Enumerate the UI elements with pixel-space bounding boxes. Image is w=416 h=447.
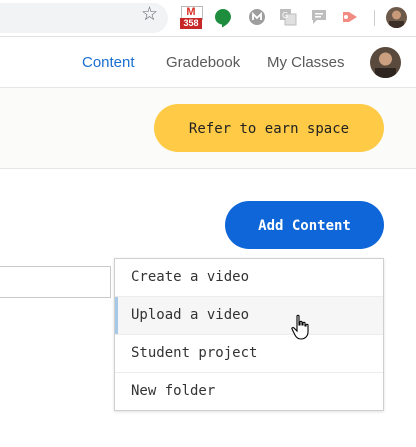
gmail-letter: M bbox=[186, 6, 196, 18]
refer-button[interactable]: Refer to earn space bbox=[154, 104, 384, 152]
nav-my-classes[interactable]: My Classes bbox=[267, 54, 345, 71]
user-avatar[interactable] bbox=[370, 47, 401, 78]
app-nav: Content Gradebook My Classes bbox=[0, 37, 416, 88]
promo-banner: Refer to earn space bbox=[0, 88, 416, 169]
grey-extension[interactable] bbox=[248, 8, 266, 26]
comment-extension[interactable] bbox=[310, 8, 328, 26]
gmail-extension[interactable]: M 358 bbox=[180, 6, 203, 30]
hangouts-icon bbox=[215, 9, 231, 28]
hand-cursor-icon bbox=[291, 314, 309, 340]
red-play-icon bbox=[343, 12, 357, 22]
add-content-menu: Create a video Upload a video Student pr… bbox=[114, 258, 384, 411]
menu-item-student-project[interactable]: Student project bbox=[115, 335, 383, 373]
menu-item-create-video[interactable]: Create a video bbox=[115, 259, 383, 297]
search-input[interactable] bbox=[0, 266, 111, 298]
add-content-button[interactable]: Add Content bbox=[225, 201, 384, 249]
menu-item-upload-video[interactable]: Upload a video bbox=[115, 297, 383, 335]
translate-extension[interactable]: G bbox=[279, 8, 297, 26]
browser-toolbar: ☆ M 358 G bbox=[0, 0, 416, 37]
translate-icon: G bbox=[280, 9, 297, 26]
nav-gradebook[interactable]: Gradebook bbox=[166, 54, 240, 71]
star-icon[interactable]: ☆ bbox=[141, 5, 158, 25]
grey-circle-icon bbox=[249, 9, 265, 25]
gmail-badge: 358 bbox=[180, 18, 202, 29]
comment-icon bbox=[312, 10, 326, 24]
red-extension[interactable] bbox=[341, 8, 359, 26]
profile-photo-icon bbox=[386, 7, 407, 28]
menu-item-new-folder[interactable]: New folder bbox=[115, 373, 383, 410]
toolbar-divider bbox=[374, 10, 375, 26]
avatar-icon bbox=[370, 47, 401, 78]
browser-profile-avatar[interactable] bbox=[386, 7, 407, 28]
hangouts-extension[interactable] bbox=[214, 8, 232, 28]
svg-text:G: G bbox=[282, 11, 288, 20]
nav-content[interactable]: Content bbox=[82, 54, 135, 71]
